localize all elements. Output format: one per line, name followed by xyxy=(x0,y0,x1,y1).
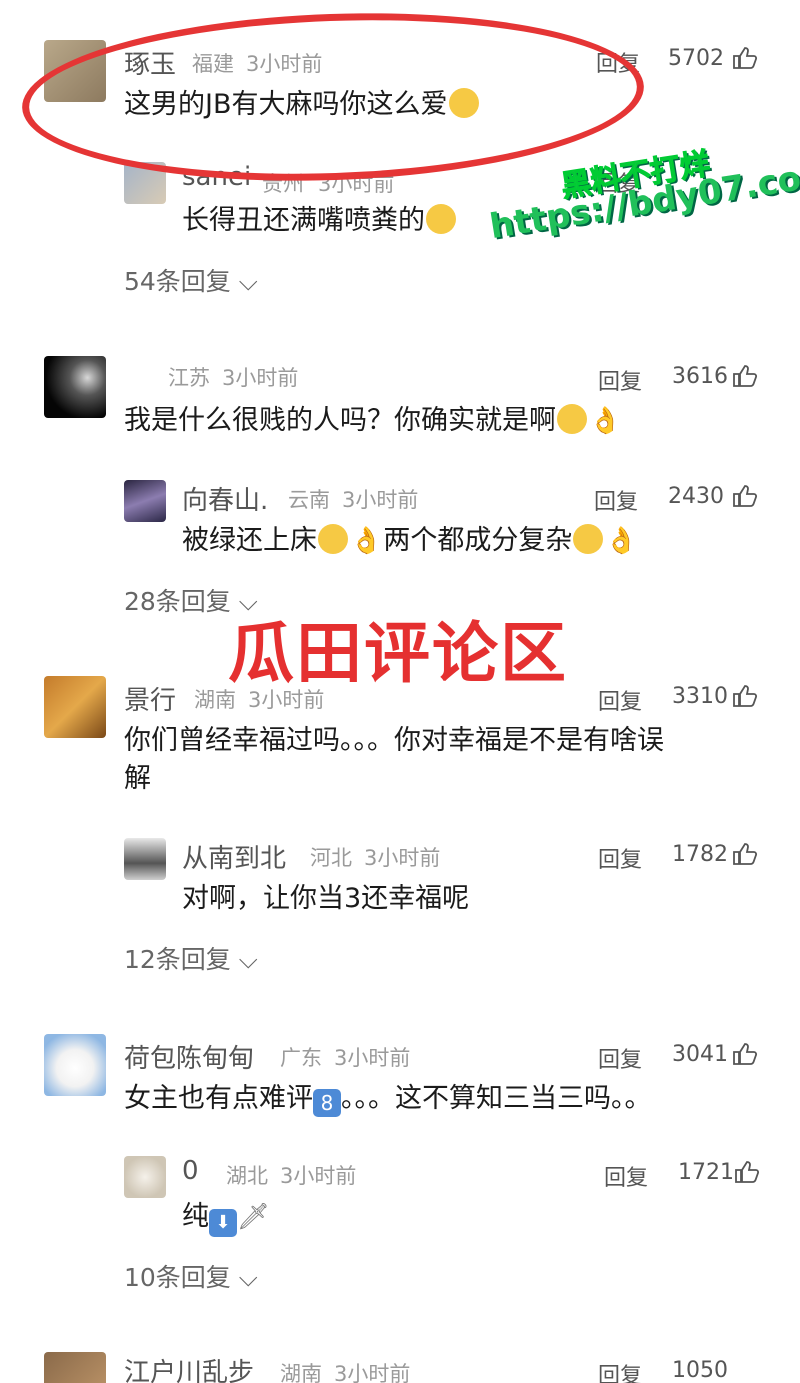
reply-button[interactable]: 回复 xyxy=(604,1160,648,1192)
thumbs-up-icon[interactable] xyxy=(732,484,758,508)
reply-text: 纯 ⬇ 🗡 xyxy=(182,1198,270,1237)
thumbs-up-icon[interactable] xyxy=(732,364,758,388)
reply-button[interactable]: 回复 xyxy=(598,1358,642,1383)
reply-location: 河北 xyxy=(310,846,352,870)
reply-time: 3小时前 xyxy=(280,1164,357,1188)
comment-author[interactable]: 景行 xyxy=(124,680,176,717)
more-replies-link[interactable]: 12条回复 ⌵ xyxy=(124,940,258,976)
reply-text: 对啊，让你当3还幸福呢 xyxy=(182,883,470,914)
like-count: 5702 xyxy=(668,46,724,71)
laughing-crying-emoji-icon xyxy=(557,404,587,434)
reply-time: 3小时前 xyxy=(364,846,441,870)
comment-text-continued: 解 xyxy=(124,763,151,794)
comment-text: 我是什么很贱的人吗？你确实就是啊 👌 xyxy=(124,402,622,440)
like-count: 3310 xyxy=(672,684,728,709)
ok-hand-emoji-icon: 👌 xyxy=(605,526,638,556)
like-count: 1721 xyxy=(678,1160,734,1185)
reply-button[interactable]: 回复 xyxy=(598,842,642,874)
ok-hand-emoji-icon: 👌 xyxy=(350,526,383,556)
keycap-8-emoji-icon: 8 xyxy=(313,1089,341,1117)
comment-time: 3小时前 xyxy=(334,1046,411,1070)
reply-author[interactable]: 从南到北 xyxy=(182,838,286,875)
avatar[interactable] xyxy=(44,676,106,738)
ok-hand-emoji-icon: 👌 xyxy=(589,406,622,436)
reply-button[interactable]: 回复 xyxy=(598,364,642,396)
reply-button[interactable]: 回复 xyxy=(598,684,642,716)
thumbs-up-icon[interactable] xyxy=(732,1042,758,1066)
like-count: 1050 xyxy=(672,1358,728,1383)
reply-author[interactable]: 0 xyxy=(182,1156,199,1186)
reply-author[interactable]: 向春山. xyxy=(182,480,268,517)
laughing-crying-emoji-icon xyxy=(573,524,604,554)
like-count: 3616 xyxy=(672,364,728,389)
comment-time: 3小时前 xyxy=(334,1362,411,1383)
more-replies-link[interactable]: 10条回复 ⌵ xyxy=(124,1258,258,1294)
more-replies-link[interactable]: 54条回复 ⌵ xyxy=(124,262,258,298)
section-label: 瓜田评论区 xyxy=(228,615,568,692)
laughing-crying-emoji-icon xyxy=(318,524,348,554)
comment-author[interactable]: 荷包陈甸甸 xyxy=(124,1038,254,1075)
dagger-emoji-icon: 🗡 xyxy=(237,1202,271,1232)
avatar[interactable] xyxy=(44,1034,106,1096)
reply-time: 3小时前 xyxy=(342,488,419,512)
comment-text: 女主也有点难评 8 。。。这不算知三当三吗。。 xyxy=(124,1083,652,1117)
thumbs-up-icon[interactable] xyxy=(732,684,758,708)
reply-location: 湖北 xyxy=(226,1164,268,1188)
reply-button[interactable]: 回复 xyxy=(594,484,638,516)
comment-text: 你们曾经幸福过吗。。。你对幸福是不是有啥误 xyxy=(124,725,664,756)
comment-location: 广东 xyxy=(280,1046,322,1070)
thumbs-up-icon[interactable] xyxy=(734,1160,760,1184)
comment-location: 江苏 xyxy=(168,366,210,390)
reply-text: 长得丑还满嘴喷粪的 xyxy=(182,202,457,240)
reply-text: 被绿还上床 👌两个都成分复杂 👌 xyxy=(182,522,639,560)
avatar[interactable] xyxy=(44,1352,106,1383)
thumbs-up-icon[interactable] xyxy=(732,46,758,70)
thumbs-up-icon[interactable] xyxy=(732,842,758,866)
like-count: 1782 xyxy=(672,842,728,867)
like-count: 3041 xyxy=(672,1042,728,1067)
comment-author[interactable]: 江户川乱步 xyxy=(124,1352,254,1383)
laughing-crying-emoji-icon xyxy=(426,204,456,234)
avatar[interactable] xyxy=(44,356,106,418)
comment-location: 湖南 xyxy=(280,1362,322,1383)
comment-time: 3小时前 xyxy=(222,366,299,390)
down-arrow-emoji-icon: ⬇ xyxy=(209,1209,237,1237)
highlight-circle xyxy=(19,3,647,191)
like-count: 2430 xyxy=(668,484,724,509)
avatar[interactable] xyxy=(124,838,166,880)
avatar[interactable] xyxy=(124,1156,166,1198)
avatar[interactable] xyxy=(124,480,166,522)
reply-location: 云南 xyxy=(288,488,330,512)
reply-button[interactable]: 回复 xyxy=(598,1042,642,1074)
